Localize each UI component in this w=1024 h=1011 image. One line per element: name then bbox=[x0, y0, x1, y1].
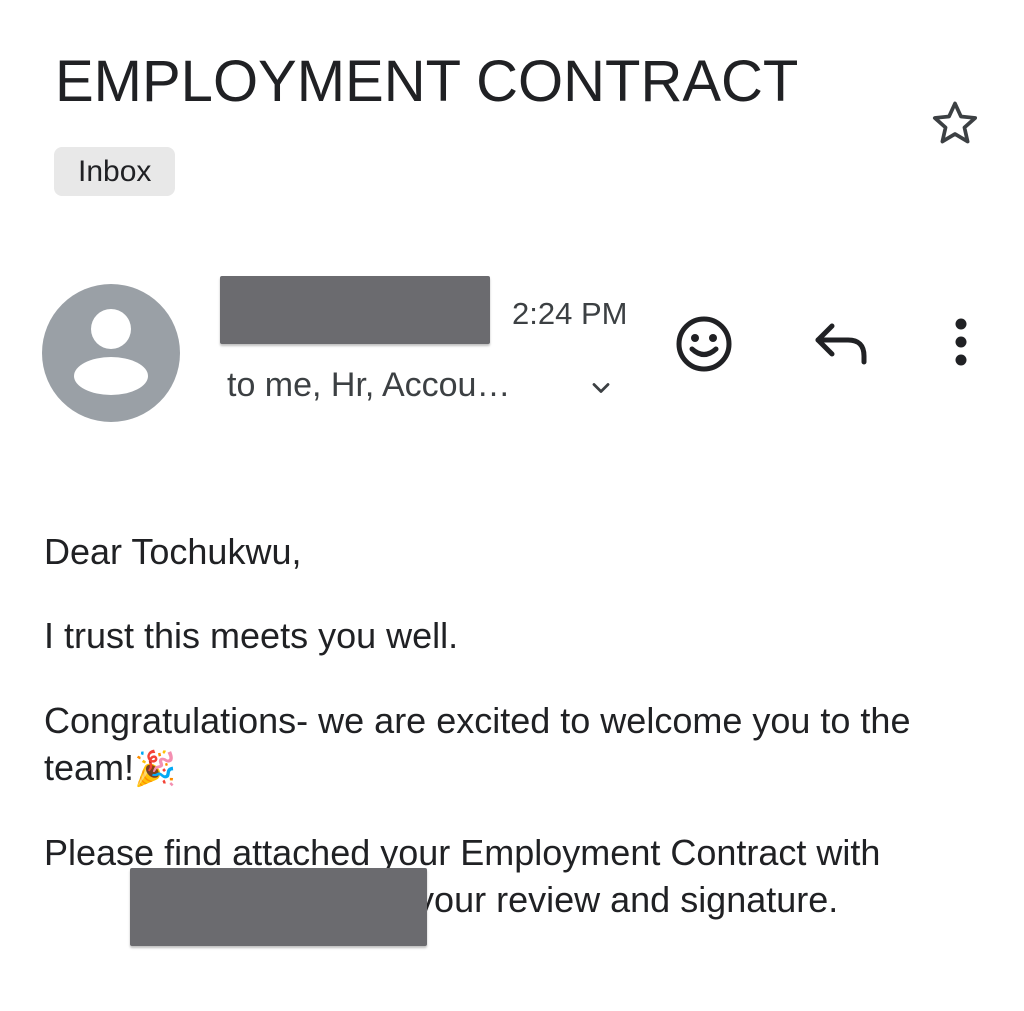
body-line-3-start: Please find attached your Employment Con… bbox=[44, 832, 881, 873]
more-options-icon[interactable] bbox=[944, 314, 978, 372]
email-view: EMPLOYMENT CONTRACT Inbox 2:24 PM to me,… bbox=[0, 0, 1024, 1011]
body-line-2: Congratulations- we are excited to welco… bbox=[44, 697, 984, 793]
person-icon bbox=[74, 309, 148, 395]
inbox-label-chip[interactable]: Inbox bbox=[54, 147, 176, 196]
reply-icon[interactable] bbox=[812, 318, 872, 366]
body-greeting: Dear Tochukwu, bbox=[44, 531, 302, 572]
company-name-redacted bbox=[130, 868, 427, 946]
email-time: 2:24 PM bbox=[512, 296, 628, 331]
recipients-summary[interactable]: to me, Hr, Accou… bbox=[227, 366, 510, 405]
star-icon[interactable] bbox=[926, 96, 984, 152]
add-reaction-icon[interactable] bbox=[672, 312, 736, 376]
avatar[interactable] bbox=[42, 284, 180, 422]
chevron-down-icon[interactable] bbox=[586, 374, 616, 402]
party-popper-icon: 🎉 bbox=[134, 750, 177, 788]
email-subject: EMPLOYMENT CONTRACT bbox=[55, 49, 799, 114]
body-line-1: I trust this meets you well. bbox=[44, 615, 459, 656]
sender-name-redacted bbox=[220, 276, 490, 344]
